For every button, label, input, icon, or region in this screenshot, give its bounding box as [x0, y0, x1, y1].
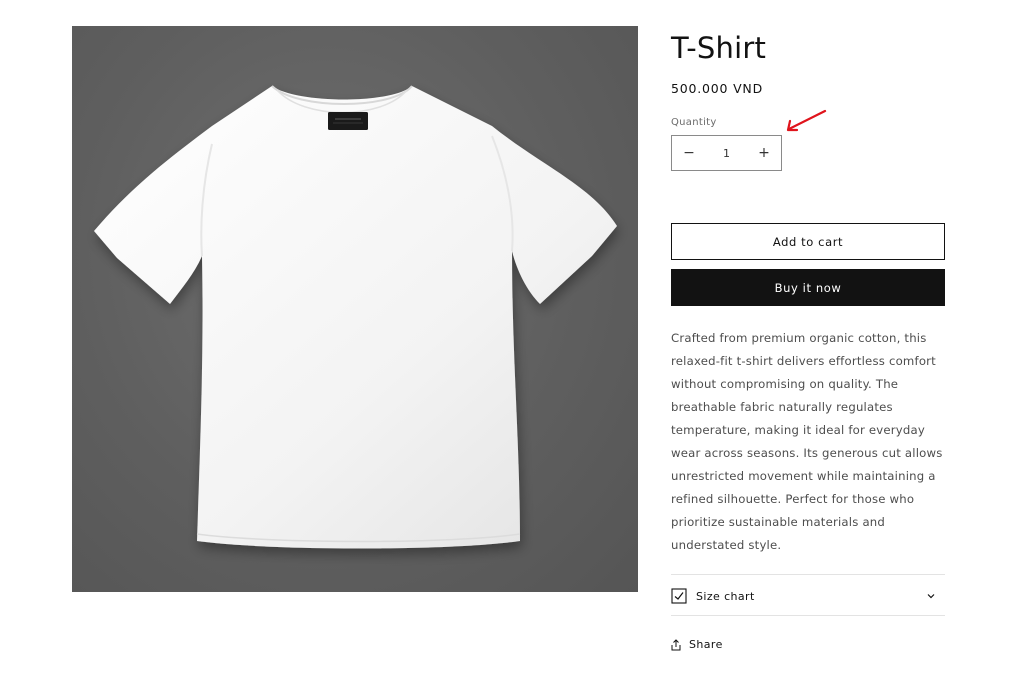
- quantity-decrease-button[interactable]: −: [672, 136, 706, 170]
- share-icon: [671, 638, 681, 650]
- minus-icon: −: [683, 145, 695, 161]
- share-label: Share: [689, 638, 723, 651]
- size-chart-accordion[interactable]: Size chart: [671, 584, 945, 608]
- size-chart-label: Size chart: [696, 589, 755, 603]
- tshirt-illustration: [94, 85, 617, 549]
- product-price: 500.000 VND: [671, 81, 763, 96]
- chevron-down-icon: [927, 594, 935, 599]
- plus-icon: +: [758, 145, 770, 161]
- product-image[interactable]: [72, 26, 638, 592]
- annotation-arrow-icon: [786, 109, 827, 132]
- buy-it-now-button[interactable]: Buy it now: [671, 269, 945, 306]
- product-description: Crafted from premium organic cotton, thi…: [671, 331, 943, 552]
- divider: [671, 615, 945, 616]
- divider: [671, 574, 945, 575]
- product-title: T-Shirt: [671, 31, 767, 65]
- share-button[interactable]: Share: [671, 638, 723, 651]
- ruler-check-icon: [671, 588, 687, 604]
- quantity-increase-button[interactable]: +: [747, 136, 781, 170]
- quantity-input[interactable]: 1: [706, 147, 747, 160]
- quantity-stepper: − 1 +: [671, 135, 782, 171]
- shirt-label-tag: [328, 112, 368, 130]
- add-to-cart-button[interactable]: Add to cart: [671, 223, 945, 260]
- quantity-label: Quantity: [671, 117, 717, 128]
